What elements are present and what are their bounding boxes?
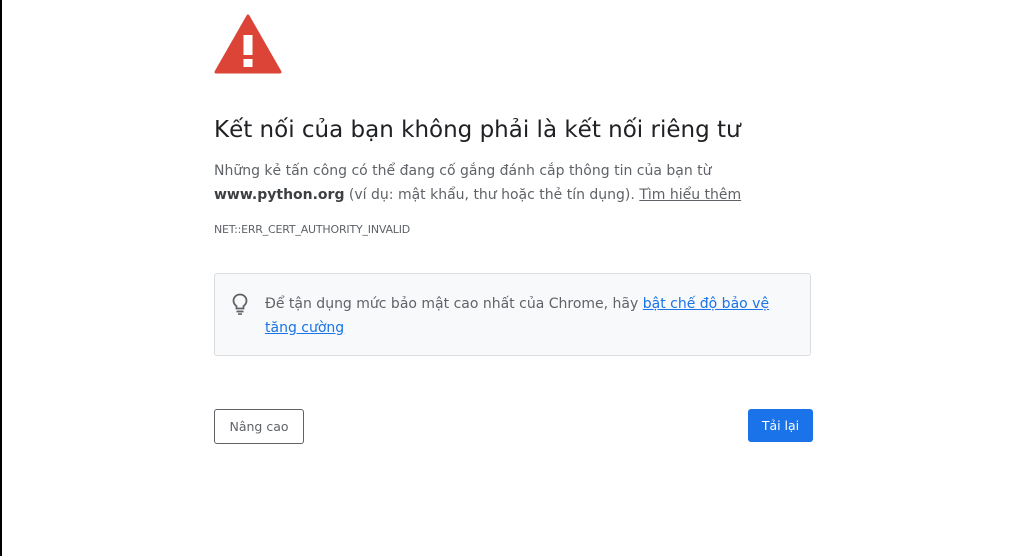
- page-title: Kết nối của bạn không phải là kết nối ri…: [214, 117, 741, 143]
- explanation-suffix: (ví dụ: mật khẩu, thư hoặc thẻ tín dụng)…: [344, 187, 640, 203]
- lightbulb-icon: [232, 293, 248, 315]
- window-edge: [0, 0, 2, 556]
- enhanced-protection-promo: Để tận dụng mức bảo mật cao nhất của Chr…: [214, 273, 811, 356]
- error-code: NET::ERR_CERT_AUTHORITY_INVALID: [214, 223, 411, 236]
- reload-button[interactable]: Tải lại: [748, 409, 813, 442]
- domain-name: www.python.org: [214, 187, 345, 203]
- promo-text: Để tận dụng mức bảo mật cao nhất của Chr…: [265, 292, 795, 340]
- advanced-button[interactable]: Nâng cao: [214, 409, 304, 444]
- warning-triangle-icon: [214, 14, 282, 74]
- explanation-prefix: Những kẻ tấn công có thể đang cố gắng đá…: [214, 163, 712, 179]
- promo-message: Để tận dụng mức bảo mật cao nhất của Chr…: [265, 296, 643, 312]
- explanation-paragraph: Những kẻ tấn công có thể đang cố gắng đá…: [214, 159, 824, 207]
- learn-more-link[interactable]: Tìm hiểu thêm: [639, 187, 741, 203]
